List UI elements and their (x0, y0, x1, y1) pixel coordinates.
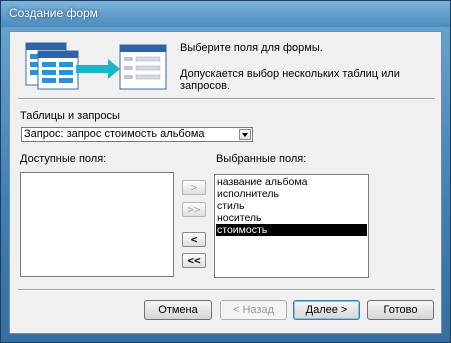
chevron-down-icon (242, 133, 248, 137)
title-bar[interactable]: Создание форм (1, 1, 450, 27)
form-wizard-illustration-icon (25, 42, 167, 90)
list-item[interactable]: название альбома (216, 176, 366, 188)
finish-button[interactable]: Готово (367, 300, 434, 320)
add-all-fields-button[interactable]: >> (182, 202, 206, 217)
intro-text-line-1: Выберите поля для формы. (180, 42, 323, 54)
source-label: Таблицы и запросы (20, 110, 120, 122)
available-fields-label: Доступные поля: (20, 153, 107, 165)
back-button[interactable]: < Назад (220, 300, 287, 320)
top-separator (18, 98, 435, 100)
list-item[interactable]: исполнитель (216, 188, 366, 200)
selected-fields-label: Выбранные поля: (216, 153, 307, 165)
remove-all-fields-button[interactable]: << (182, 253, 206, 268)
available-fields-list[interactable] (20, 172, 174, 277)
remove-field-button[interactable]: < (182, 232, 206, 247)
list-item[interactable]: носитель (216, 212, 366, 224)
add-field-button[interactable]: > (182, 180, 206, 195)
combobox-value: Запрос: запрос стоимость альбома (24, 128, 205, 140)
dropdown-button[interactable] (239, 129, 251, 140)
bottom-separator (18, 289, 435, 291)
list-item-selected[interactable]: стоимость (216, 224, 367, 236)
list-item[interactable]: стиль (216, 200, 366, 212)
form-wizard-window: Создание форм Выберите поля для формы. Д… (0, 0, 451, 343)
selected-fields-list[interactable]: название альбома исполнитель стиль носит… (214, 174, 369, 278)
next-button[interactable]: Далее > (293, 300, 360, 320)
wizard-client-area: Выберите поля для формы. Допускается выб… (9, 31, 442, 334)
cancel-button[interactable]: Отмена (144, 300, 212, 320)
intro-text-line-2: Допускается выбор нескольких таблиц или … (180, 68, 400, 92)
tables-queries-combobox[interactable]: Запрос: запрос стоимость альбома (21, 127, 253, 142)
window-title: Создание форм (9, 6, 98, 20)
